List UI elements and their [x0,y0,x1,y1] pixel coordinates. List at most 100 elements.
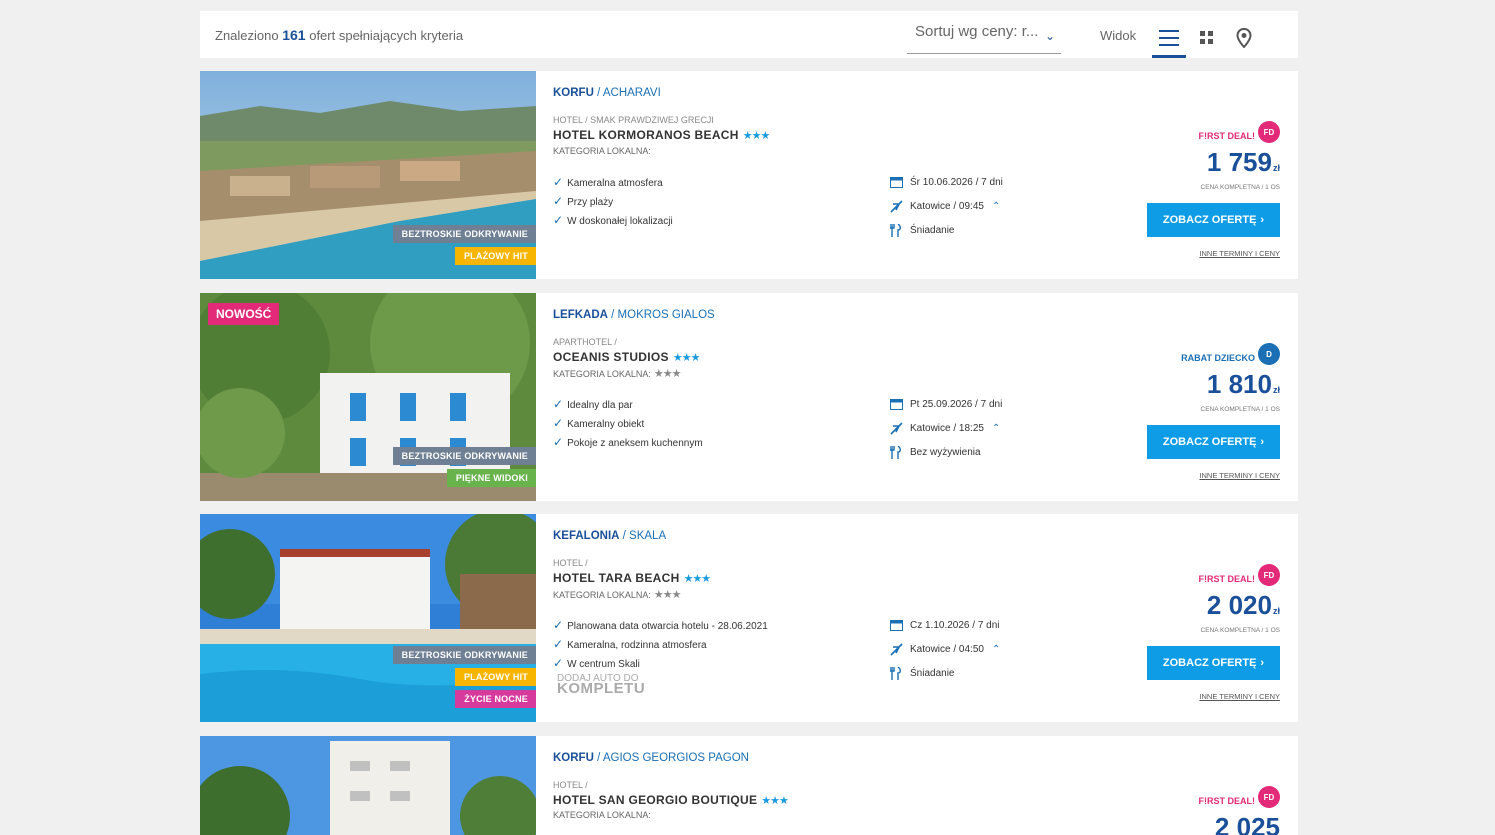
other-dates-link[interactable]: INNE TERMINY I CENY [1199,471,1280,480]
check-icon: ✓ [553,213,564,227]
chevron-down-icon: ⌄ [1044,29,1055,43]
calendar-icon [890,398,904,410]
destination-region[interactable]: KEFALONIA [553,530,619,542]
trip-departure-text: Katowice / 18:25 [910,423,984,434]
price: 1 810zł [1207,369,1280,400]
deal-label: F!RST DEAL! [1198,574,1256,584]
badge-tag: PLAŻOWY HIT [454,247,536,265]
star-rating: ★★★ [672,352,701,364]
chevron-up-icon[interactable]: ⌃ [992,201,1000,212]
trip-departure-text: Katowice / 04:50 [910,644,984,655]
destination-link[interactable]: KORFU / AGIOS GEORGIOS PAGON [553,752,749,764]
hotel-photo[interactable]: BEZTROSKIE ODKRYWANIE PLAŻOWY HIT ŻYCIE … [200,514,536,722]
local-star-rating: ★★★ [653,368,682,380]
deal-code-icon: FD [1258,786,1280,808]
view-offer-label: ZOBACZ OFERTĘ [1162,214,1257,226]
trip-board-text: Śniadanie [910,668,955,679]
results-count-suffix: ofert spełniających kryteria [309,28,464,43]
trip-departure[interactable]: Katowice / 09:45 ⌃ [890,200,1000,213]
destination-place[interactable]: MOKROS GIALOS [618,309,715,321]
feature-item: ✓ Idealny dla par [553,397,633,411]
price: 1 759zł [1207,147,1280,178]
destination-place[interactable]: SKALA [629,530,666,542]
hotel-photo[interactable]: BEZTROSKIE ODKRYWANIE PLAŻOWY HIT [200,71,536,279]
offer-card[interactable]: NOWOŚĆ BEZTROSKIE ODKRYWANIE PIĘKNE WIDO… [200,293,1298,501]
price-note: CENA KOMPLETNA / 1 OS [1200,627,1280,634]
destination-region[interactable]: KORFU [553,87,594,99]
destination-place[interactable]: AGIOS GEORGIOS PAGON [603,752,749,764]
other-dates-link[interactable]: INNE TERMINY I CENY [1199,249,1280,258]
view-offer-label: ZOBACZ OFERTĘ [1162,436,1257,448]
trip-board: Śniadanie [890,667,954,680]
badge-tag: BEZTROSKIE ODKRYWANIE [392,447,536,465]
feature-item: ✓ Kameralny obiekt [553,416,644,430]
price-value: 2 025 [1214,812,1280,835]
hotel-name[interactable]: HOTEL TARA BEACH ★★★ [553,571,712,585]
destination-region[interactable]: KORFU [553,752,594,764]
offer-card[interactable]: KORFU / AGIOS GEORGIOS PAGON HOTEL / HOT… [200,736,1298,835]
offer-card[interactable]: BEZTROSKIE ODKRYWANIE PLAŻOWY HIT KORFU … [200,71,1298,279]
plane-icon [890,643,904,656]
deal-badge: RABAT DZIECKO D [1181,343,1280,365]
feature-item: ✓ Pokoje z aneksem kuchennym [553,435,703,449]
plane-icon [890,422,904,435]
view-offer-button[interactable]: ZOBACZ OFERTĘ › [1147,646,1280,680]
price: 2 025 [1215,812,1280,835]
badge-tag: PLAŻOWY HIT [454,668,536,686]
local-category: KATEGORIA LOKALNA: [553,810,651,820]
plane-icon [890,200,904,213]
hotel-photo[interactable]: NOWOŚĆ BEZTROSKIE ODKRYWANIE PIĘKNE WIDO… [200,293,536,501]
price-value: 2 020 [1206,590,1272,620]
hotel-name[interactable]: HOTEL KORMORANOS BEACH ★★★ [553,128,770,142]
trip-departure[interactable]: Katowice / 18:25 ⌃ [890,422,1000,435]
destination-place[interactable]: ACHARAVI [603,87,661,99]
trip-date: Śr 10.06.2026 / 7 dni [890,176,1003,188]
badge-tag: BEZTROSKIE ODKRYWANIE [392,225,536,243]
view-label: Widok [1100,28,1137,43]
trip-board-text: Śniadanie [910,225,955,236]
add-car-link[interactable]: DODAJ AUTO DO KOMPLETU [557,674,646,697]
deal-label: RABAT DZIECKO [1181,353,1255,363]
destination-link[interactable]: KORFU / ACHARAVI [553,87,661,99]
feature-item: ✓ Przy plaży [553,194,613,208]
hotel-name-text[interactable]: HOTEL SAN GEORGIO BOUTIQUE [553,793,757,807]
grid-view-button[interactable] [1190,21,1224,55]
chevron-right-icon: › [1260,657,1265,669]
calendar-icon [890,619,904,631]
star-rating: ★★★ [683,573,712,585]
feature-item: ✓ W centrum Skali [553,656,640,670]
chevron-up-icon[interactable]: ⌃ [992,423,1000,434]
hotel-name[interactable]: HOTEL SAN GEORGIO BOUTIQUE ★★★ [553,793,789,807]
feature-text: Pokoje z aneksem kuchennym [567,438,703,449]
trip-departure[interactable]: Katowice / 04:50 ⌃ [890,643,1000,656]
feature-text: W centrum Skali [567,659,640,670]
hotel-name-text[interactable]: HOTEL KORMORANOS BEACH [553,128,739,142]
trip-date: Pt 25.09.2026 / 7 dni [890,398,1002,410]
hotel-name[interactable]: OCEANIS STUDIOS ★★★ [553,350,701,364]
feature-text: Idealny dla par [567,400,633,411]
add-car-big: KOMPLETU [557,680,646,697]
map-view-button[interactable] [1227,21,1261,55]
offer-card[interactable]: BEZTROSKIE ODKRYWANIE PLAŻOWY HIT ŻYCIE … [200,514,1298,722]
hotel-name-text[interactable]: OCEANIS STUDIOS [553,350,669,364]
deal-label: F!RST DEAL! [1198,131,1256,141]
destination-link[interactable]: KEFALONIA / SKALA [553,530,666,542]
destination-link[interactable]: LEFKADA / MOKROS GIALOS [553,309,715,321]
hotel-type: APARTHOTEL / [553,337,617,347]
view-offer-button[interactable]: ZOBACZ OFERTĘ › [1147,425,1280,459]
feature-text: Planowana data otwarcia hotelu - 28.06.2… [567,621,768,632]
sort-select[interactable]: Sortuj wg ceny: r... ⌄ [907,23,1061,54]
hotel-name-text[interactable]: HOTEL TARA BEACH [553,571,680,585]
deal-badge: F!RST DEAL! FD [1198,564,1280,586]
deal-code-icon: D [1258,343,1280,365]
hotel-photo[interactable] [200,736,536,835]
hotel-type: HOTEL / [553,558,588,568]
list-view-button[interactable] [1152,21,1186,58]
check-icon: ✓ [553,175,564,189]
grid-icon [1200,31,1213,44]
other-dates-link[interactable]: INNE TERMINY I CENY [1199,692,1280,701]
view-offer-button[interactable]: ZOBACZ OFERTĘ › [1147,203,1280,237]
chevron-up-icon[interactable]: ⌃ [992,644,1000,655]
destination-region[interactable]: LEFKADA [553,309,608,321]
results-toolbar: Znaleziono 161 ofert spełniających kryte… [200,11,1298,58]
